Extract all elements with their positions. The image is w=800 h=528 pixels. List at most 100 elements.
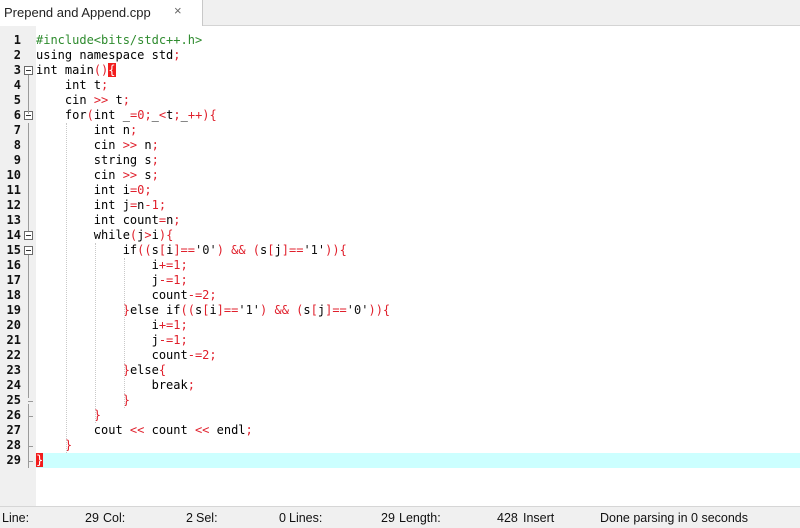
code-line: count-=2; xyxy=(36,348,217,363)
code-token: ; xyxy=(173,48,181,62)
code-line: if((s[i]=='0') && (s[j]=='1')){ xyxy=(36,243,347,258)
code-line: count-=2; xyxy=(36,288,217,303)
code-token: i xyxy=(151,318,159,332)
code-line: i+=1; xyxy=(36,258,188,273)
line-number: 5 xyxy=(13,93,21,107)
code-token: ++){ xyxy=(187,108,217,122)
code-token: ( xyxy=(86,108,94,122)
code-token: string s xyxy=(93,153,152,167)
code-line: int i=0; xyxy=(36,183,152,198)
line-number: 18 xyxy=(6,288,21,302)
code-token: ; xyxy=(122,93,130,107)
matched-brace: } xyxy=(36,453,44,467)
code-token: int xyxy=(93,198,123,212)
code-token: << xyxy=(129,423,145,437)
line-number: 9 xyxy=(13,153,21,167)
line-number: 1 xyxy=(13,33,21,47)
line-number: 6 xyxy=(13,108,21,122)
code-token: j xyxy=(151,273,159,287)
code-token: ]== xyxy=(216,303,239,317)
close-icon[interactable]: × xyxy=(174,3,182,18)
code-token: cin xyxy=(93,138,123,152)
code-line: int j=n-1; xyxy=(36,198,166,213)
status-line-value: 29 xyxy=(85,511,99,525)
line-number: 11 xyxy=(6,183,21,197)
code-line: using namespace std; xyxy=(36,48,181,63)
code-token: while xyxy=(93,228,130,242)
code-line: } xyxy=(36,453,44,468)
code-token: int xyxy=(36,63,65,77)
code-token: if xyxy=(122,243,138,257)
code-line: cout << count << endl; xyxy=(36,423,253,438)
code-token: '1' xyxy=(238,303,261,317)
line-number: 25 xyxy=(6,393,21,407)
line-number: 10 xyxy=(6,168,21,182)
code-token: break xyxy=(151,378,188,392)
tab-prepend-and-append[interactable]: Prepend and Append.cpp × xyxy=(0,0,203,26)
code-line: }else{ xyxy=(36,363,166,378)
status-col-value: 2 xyxy=(186,511,193,525)
code-line: cin >> n; xyxy=(36,138,159,153)
code-token: main xyxy=(64,63,94,77)
code-token: 1 xyxy=(173,273,181,287)
code-token: (( xyxy=(137,243,152,257)
code-line: #include<bits/stdc++.h> xyxy=(36,33,202,48)
code-token: ; xyxy=(180,258,188,272)
code-token: i xyxy=(122,183,130,197)
code-line: int main(){ xyxy=(36,63,116,78)
code-token: ; xyxy=(144,108,152,122)
code-token: ]== xyxy=(173,243,195,257)
line-number: 27 xyxy=(6,423,21,437)
indent-guide xyxy=(94,243,96,423)
code-token: ; xyxy=(180,318,188,332)
code-token: count xyxy=(151,288,188,302)
code-token: (( xyxy=(180,303,195,317)
code-token: int xyxy=(64,78,94,92)
code-token: '0' xyxy=(195,243,217,257)
code-token: for xyxy=(64,108,87,122)
fold-line xyxy=(28,123,29,231)
indent-guide xyxy=(123,258,125,408)
code-token: count xyxy=(122,213,159,227)
code-editor[interactable]: #include<bits/stdc++.h> using namespace s… xyxy=(36,26,800,506)
line-number: 14 xyxy=(6,228,21,242)
fold-toggle-icon[interactable] xyxy=(24,246,33,255)
code-line: cin >> t; xyxy=(36,93,130,108)
fold-end-marker xyxy=(28,401,33,402)
line-number: 21 xyxy=(6,333,21,347)
status-line-label: Line: xyxy=(2,511,30,525)
fold-toggle-icon[interactable] xyxy=(24,231,33,240)
code-token: s xyxy=(151,243,159,257)
status-bar: Line: 29 Col: 2 Sel: 0 Lines: 29 Length:… xyxy=(0,506,800,528)
code-token: > xyxy=(144,228,152,242)
code-token: ; xyxy=(101,78,109,92)
code-token: >> xyxy=(93,93,109,107)
code-token: ; xyxy=(158,198,167,212)
line-number: 8 xyxy=(13,138,21,152)
status-length-label: Length: xyxy=(399,511,441,525)
line-number: 7 xyxy=(13,123,21,137)
code-token: j xyxy=(151,333,159,347)
code-token: -= xyxy=(187,288,203,302)
matched-brace: { xyxy=(108,63,116,77)
code-line: int count=n; xyxy=(36,213,181,228)
line-number-gutter: 1 2 3 4 5 6 7 8 9 10 11 12 13 14 15 16 17 18 19 20 21 22 23 24 2… xyxy=(0,26,36,506)
line-number: 13 xyxy=(6,213,21,227)
status-sel-value: 0 xyxy=(279,511,286,525)
status-lines-value: 29 xyxy=(381,511,395,525)
fold-toggle-icon[interactable] xyxy=(24,66,33,75)
code-token: count xyxy=(151,348,188,362)
code-line: i+=1; xyxy=(36,318,188,333)
code-line: } xyxy=(36,393,130,408)
code-token: _ xyxy=(151,108,159,122)
code-token: count xyxy=(144,423,195,437)
code-token: )){ xyxy=(368,303,391,317)
code-token: { xyxy=(158,363,167,377)
line-number: 29 xyxy=(6,453,21,467)
